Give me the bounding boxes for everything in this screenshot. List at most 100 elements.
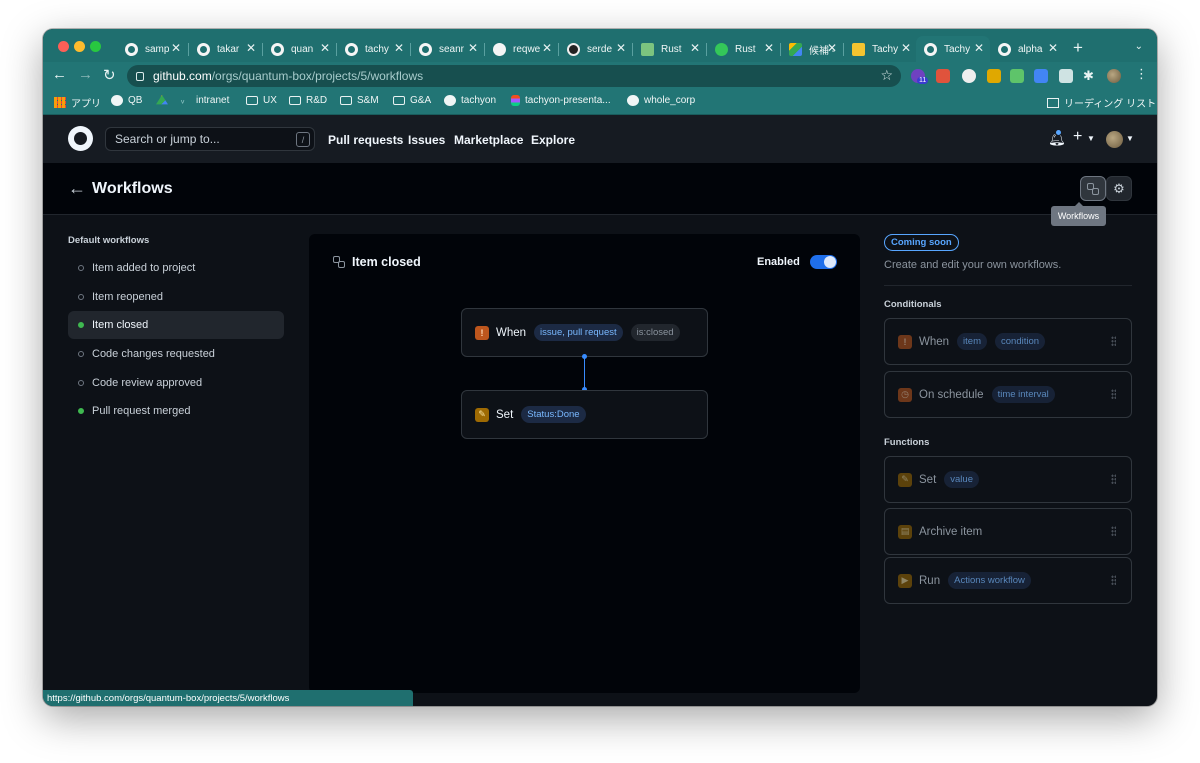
extension-icon[interactable] [936,69,950,83]
back-arrow-icon[interactable]: ← [68,178,86,199]
minimize-window-button[interactable] [74,41,85,52]
drag-handle-icon[interactable] [1111,474,1116,485]
search-input[interactable]: Search or jump to... / [105,127,315,151]
tab-close-icon[interactable]: ✕ [764,41,774,55]
play-icon: ▶ [898,573,912,588]
nav-issues[interactable]: Issues [408,133,445,147]
browser-tab[interactable]: samp ✕ [117,36,187,62]
function-set-card[interactable]: ✎ Set value [884,456,1132,503]
tab-close-icon[interactable]: ✕ [320,41,330,55]
browser-tab[interactable]: 候補 - ✕ [781,36,843,62]
browser-tab[interactable]: Rust ✕ [633,36,706,62]
bookmark-star-icon[interactable]: ☆ [880,67,893,84]
enabled-label: Enabled [757,256,800,268]
filter-chip-state[interactable]: is:closed [630,324,680,341]
browser-tab-active[interactable]: Tachy ✕ [916,36,990,62]
sidebar-item-code-changes-requested[interactable]: Code changes requested [68,340,284,368]
browser-tab[interactable]: Tachy ✕ [844,36,917,62]
set-value-chip[interactable]: Status:Done [521,406,586,423]
bookmark-apps[interactable]: アプリ [54,95,101,110]
puzzle-extensions-icon[interactable]: ✱ [1083,68,1094,84]
drag-handle-icon[interactable] [1111,526,1116,537]
tab-close-icon[interactable]: ✕ [974,41,984,55]
close-window-button[interactable] [58,41,69,52]
nav-explore[interactable]: Explore [531,133,575,147]
globe-icon [493,42,506,56]
browser-tab[interactable]: Rust ✕ [707,36,780,62]
browser-tab[interactable]: takar ✕ [189,36,262,62]
new-tab-button[interactable]: + [1073,38,1083,58]
extension-icon[interactable] [962,69,976,83]
drag-handle-icon[interactable] [1111,575,1116,586]
bookmark-tachyon-presentation[interactable]: tachyon-presenta... [511,95,611,106]
extension-icon[interactable] [1010,69,1024,83]
forward-arrow-icon[interactable]: → [78,66,93,83]
conditional-when-card[interactable]: ! When item condition [884,318,1132,365]
panel-description: Create and edit your own workflows. [884,259,1062,271]
tab-close-icon[interactable]: ✕ [394,41,404,55]
enabled-toggle[interactable] [810,255,837,269]
set-node[interactable]: ✎ Set Status:Done [461,390,708,439]
bookmark-tachyon[interactable]: tachyon [444,95,496,106]
bookmark-folder-rd[interactable]: R&D [289,95,327,106]
fullscreen-window-button[interactable] [90,41,101,52]
back-arrow-icon[interactable]: ← [52,66,67,83]
sidebar-item-item-closed[interactable]: Item closed [68,311,284,339]
filter-chip-type[interactable]: issue, pull request [534,324,623,341]
reading-list[interactable]: リーディング リスト [1047,95,1156,110]
nav-pull-requests[interactable]: Pull requests [328,133,403,147]
node-connector [584,357,585,390]
sidebar-item-code-review-approved[interactable]: Code review approved [68,369,284,397]
drag-handle-icon[interactable] [1111,389,1116,400]
browser-tab[interactable]: reqwe ✕ [485,36,558,62]
when-node[interactable]: ! When issue, pull request is:closed [461,308,708,357]
extension-icon[interactable] [1059,69,1073,83]
tab-close-icon[interactable]: ✕ [246,41,256,55]
nav-marketplace[interactable]: Marketplace [454,133,523,147]
function-run-card[interactable]: ▶ Run Actions workflow [884,557,1132,604]
tab-search-chevron-icon[interactable]: ⌄ [1135,41,1143,52]
conditional-schedule-card[interactable]: ◷ On schedule time interval [884,371,1132,418]
bookmark-qb[interactable]: QB [111,95,142,106]
translate-icon[interactable] [1034,69,1048,83]
bookmark-folder-ux[interactable]: UX [246,95,277,106]
github-logo-icon[interactable] [68,126,93,151]
chevron-down-icon: ▼ [1087,134,1095,143]
browser-tab[interactable]: seanr ✕ [411,36,484,62]
tab-close-icon[interactable]: ✕ [901,41,911,55]
extension-icon[interactable] [987,69,1001,83]
profile-avatar[interactable] [1107,69,1121,83]
user-avatar[interactable] [1106,131,1123,148]
bookmark-folder-ga[interactable]: G&A [393,95,431,106]
conditionals-heading: Conditionals [884,299,942,310]
browser-tab[interactable]: tachy ✕ [337,36,410,62]
browser-tab[interactable]: quan ✕ [263,36,336,62]
tab-close-icon[interactable]: ✕ [468,41,478,55]
create-new-plus-icon[interactable]: + [1073,128,1082,146]
browser-tab[interactable]: serde ✕ [559,36,632,62]
browser-tab[interactable]: alpha ✕ [990,36,1064,62]
tab-close-icon[interactable]: ✕ [171,41,181,55]
bookmark-folder-sm[interactable]: S&M [340,95,379,106]
tab-close-icon[interactable]: ✕ [616,41,626,55]
bookmark-whole-corp[interactable]: whole_corp [627,95,695,106]
browser-menu-icon[interactable]: ⋮ [1135,66,1148,82]
tab-close-icon[interactable]: ✕ [690,41,700,55]
workflows-button[interactable] [1080,176,1106,201]
function-archive-card[interactable]: ▤ Archive item [884,508,1132,555]
address-bar[interactable]: github.com/orgs/quantum-box/projects/5/w… [127,65,901,87]
github-icon [444,95,456,106]
sidebar-item-item-reopened[interactable]: Item reopened [68,283,284,311]
tab-close-icon[interactable]: ✕ [827,41,837,55]
sidebar-item-pull-request-merged[interactable]: Pull request merged [68,397,284,425]
bookmark-drive[interactable] [156,95,173,106]
reload-icon[interactable]: ↻ [103,66,116,84]
chip: Actions workflow [948,572,1031,589]
sidebar-item-item-added[interactable]: Item added to project [68,254,284,282]
reading-list-icon [1047,97,1059,108]
drag-handle-icon[interactable] [1111,336,1116,347]
settings-gear-button[interactable]: ⚙︎ [1106,176,1132,201]
bookmark-intranet[interactable]: ᵥ intranet [181,95,229,106]
tab-close-icon[interactable]: ✕ [1048,41,1058,55]
tab-close-icon[interactable]: ✕ [542,41,552,55]
